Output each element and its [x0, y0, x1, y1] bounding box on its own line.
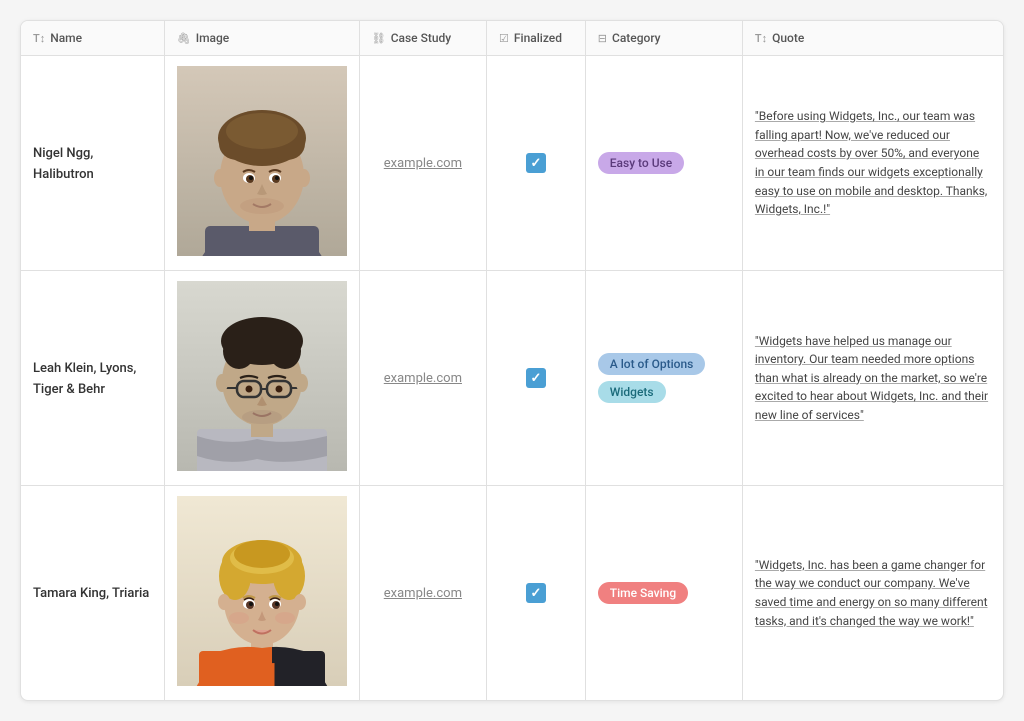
- person-image-3: [177, 496, 347, 686]
- category-cell-1: Easy to Use: [585, 56, 742, 271]
- badge-easy-to-use: Easy to Use: [598, 152, 684, 174]
- badge-options: A lot of Options: [598, 353, 706, 375]
- casestudy-cell-1[interactable]: example.com: [359, 56, 486, 271]
- checkbox-checked-2[interactable]: [526, 368, 546, 388]
- name-cell-1: Nigel Ngg, Halibutron: [21, 56, 164, 271]
- table-row: Tamara King, Triaria: [21, 486, 1003, 701]
- col-header-category: ⊟ Category: [585, 21, 742, 56]
- image-cell-2: [164, 271, 359, 486]
- table-header-row: T↕ Name 🖇 Image ⛓ Case Study: [21, 21, 1003, 56]
- quote-cell-3: "Widgets, Inc. has been a game changer f…: [742, 486, 1003, 701]
- finalized-cell-3: [487, 486, 586, 701]
- quote-cell-2: "Widgets have helped us manage our inven…: [742, 271, 1003, 486]
- person-image-1: [177, 66, 347, 256]
- link-icon: ⛓: [372, 32, 386, 45]
- checkbox-checked-3[interactable]: [526, 583, 546, 603]
- image-cell-1: [164, 56, 359, 271]
- col-header-image: 🖇 Image: [164, 21, 359, 56]
- attachment-icon: 🖇: [177, 32, 191, 45]
- badge-time-saving: Time Saving: [598, 582, 688, 604]
- name-cell-2: Leah Klein, Lyons, Tiger & Behr: [21, 271, 164, 486]
- testimonials-table: T↕ Name 🖇 Image ⛓ Case Study: [20, 20, 1004, 701]
- col-header-name: T↕ Name: [21, 21, 164, 56]
- col-header-quote: T↕ Quote: [742, 21, 1003, 56]
- col-header-finalized: ☑ Finalized: [487, 21, 586, 56]
- finalized-cell-1: [487, 56, 586, 271]
- badge-widgets: Widgets: [598, 381, 666, 403]
- category-cell-2: A lot of Options Widgets: [585, 271, 742, 486]
- text-icon: T↕: [33, 32, 45, 45]
- checkbox-checked-1[interactable]: [526, 153, 546, 173]
- text-icon-2: T↕: [755, 32, 767, 45]
- db-icon: ⊟: [598, 32, 607, 45]
- checkbox-icon: ☑: [499, 32, 509, 45]
- quote-cell-1: "Before using Widgets, Inc., our team wa…: [742, 56, 1003, 271]
- table-row: Nigel Ngg, Halibutron: [21, 56, 1003, 271]
- finalized-cell-2: [487, 271, 586, 486]
- table-row: Leah Klein, Lyons, Tiger & Behr: [21, 271, 1003, 486]
- casestudy-cell-3[interactable]: example.com: [359, 486, 486, 701]
- col-header-casestudy: ⛓ Case Study: [359, 21, 486, 56]
- casestudy-cell-2[interactable]: example.com: [359, 271, 486, 486]
- image-cell-3: [164, 486, 359, 701]
- category-cell-3: Time Saving: [585, 486, 742, 701]
- name-cell-3: Tamara King, Triaria: [21, 486, 164, 701]
- person-image-2: [177, 281, 347, 471]
